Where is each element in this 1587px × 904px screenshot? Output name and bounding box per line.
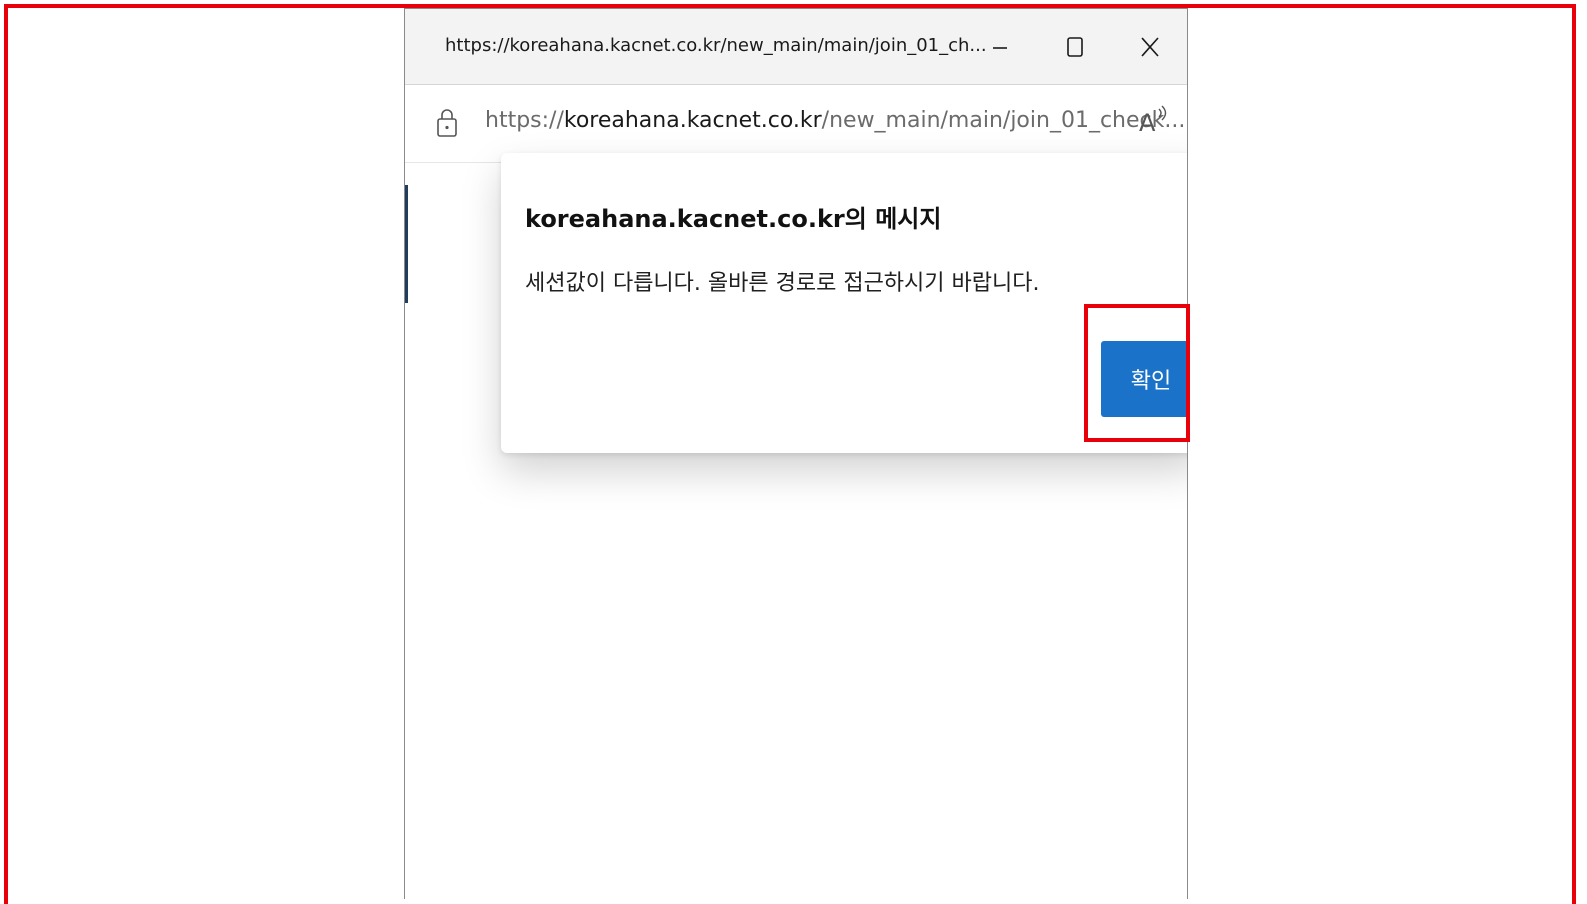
close-button[interactable] (1130, 29, 1170, 65)
url-text[interactable]: https://koreahana.kacnet.co.kr/new_main/… (485, 108, 1185, 133)
title-bar: https://koreahana.kacnet.co.kr/new_main/… (405, 9, 1187, 85)
maximize-button[interactable] (1055, 29, 1095, 65)
url-scheme: https:// (485, 108, 564, 133)
address-bar[interactable]: https://koreahana.kacnet.co.kr/new_main/… (405, 85, 1187, 163)
url-host: koreahana.kacnet.co.kr (563, 108, 822, 133)
maximize-icon (1067, 37, 1083, 57)
close-icon (1141, 37, 1159, 57)
minimize-button[interactable] (980, 29, 1020, 65)
browser-popup-window: https://koreahana.kacnet.co.kr/new_main/… (404, 8, 1188, 899)
minimize-icon (993, 47, 1007, 49)
confirm-highlight-box (1084, 304, 1190, 442)
dialog-title: koreahana.kacnet.co.kr의 메시지 (525, 205, 942, 233)
read-aloud-icon[interactable]: A (1137, 101, 1171, 141)
svg-text:A: A (1139, 109, 1156, 137)
window-title: https://koreahana.kacnet.co.kr/new_main/… (445, 35, 987, 56)
dialog-message: 세션값이 다릅니다. 올바른 경로로 접근하시기 바랍니다. (525, 271, 1040, 296)
url-path: /new_main/main/join_01_check... (821, 108, 1186, 133)
lock-icon[interactable] (435, 107, 459, 143)
page-accent-left (405, 185, 408, 303)
